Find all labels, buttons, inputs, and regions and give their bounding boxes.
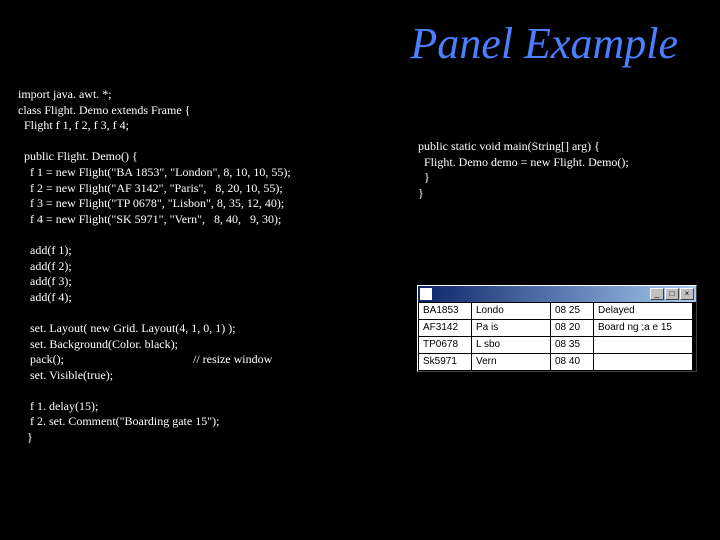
cell-flight: TP0678 [419,337,471,353]
cell-status [594,354,692,370]
window-icon [420,288,432,300]
cell-flight: Sk5971 [419,354,471,370]
cell-time: 08 35 [551,337,593,353]
cell-status [594,337,692,353]
maximize-button[interactable]: □ [665,288,679,300]
window-body: BA1853 Londo 08 25 Delayed AF3142 Pa is … [418,302,696,371]
cell-status: Board ng ;a e 15 [594,320,692,336]
cell-city: L sbo [472,337,550,353]
cell-time: 08 40 [551,354,593,370]
code-right: public static void main(String[] arg) { … [418,139,698,201]
cell-city: Pa is [472,320,550,336]
cell-time: 08 25 [551,303,593,319]
table-row: Sk5971 Vern 08 40 [419,354,695,370]
table-row: TP0678 L sbo 08 35 [419,337,695,353]
cell-status: Delayed [594,303,692,319]
cell-city: Vern [472,354,550,370]
code-content: import java. awt. *; class Flight. Demo … [0,81,720,87]
minimize-button[interactable]: _ [650,288,664,300]
window-titlebar: _ □ × [418,286,696,302]
code-left: import java. awt. *; class Flight. Demo … [18,87,418,446]
close-button[interactable]: × [680,288,694,300]
cell-flight: BA1853 [419,303,471,319]
table-row: BA1853 Londo 08 25 Delayed [419,303,695,319]
cell-flight: AF3142 [419,320,471,336]
table-row: AF3142 Pa is 08 20 Board ng ;a e 15 [419,320,695,336]
page-title: Panel Example [0,0,720,81]
demo-window: _ □ × BA1853 Londo 08 25 Delayed AF3142 … [417,285,697,372]
cell-time: 08 20 [551,320,593,336]
cell-city: Londo [472,303,550,319]
